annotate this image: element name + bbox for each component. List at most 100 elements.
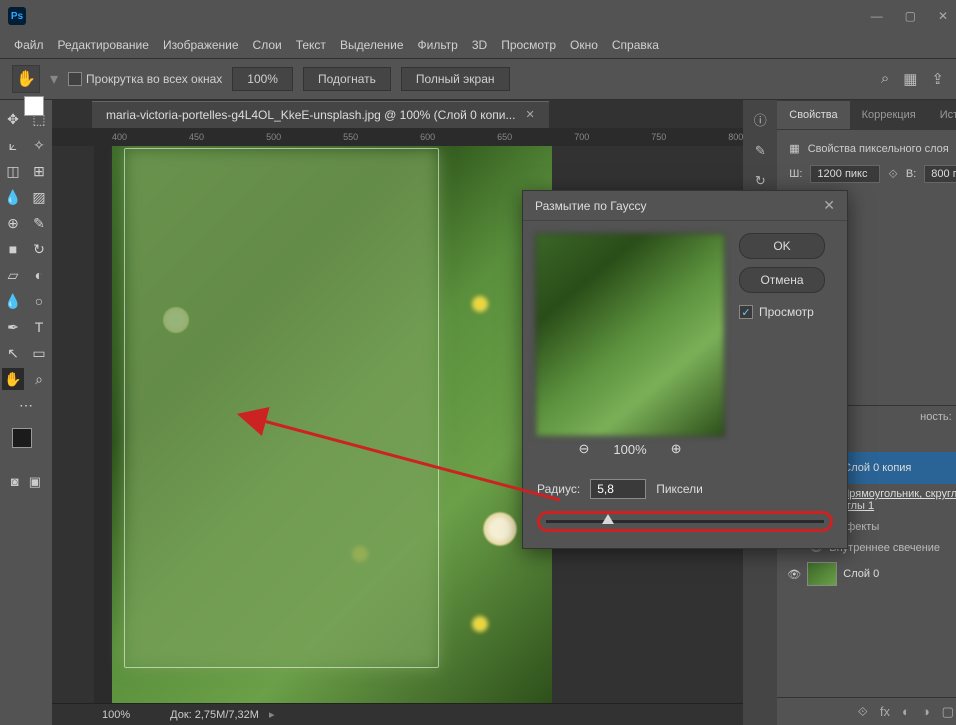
- ok-button[interactable]: OK: [739, 233, 825, 259]
- maximize-button[interactable]: ▢: [905, 9, 916, 23]
- menu-filter[interactable]: Фильтр: [418, 38, 458, 52]
- properties-tabs: Свойства Коррекция История ≡: [777, 100, 956, 130]
- width-input[interactable]: 1200 пикс: [810, 165, 880, 183]
- share-icon[interactable]: ⇪: [931, 70, 944, 88]
- group-icon[interactable]: ▢: [942, 704, 954, 720]
- canvas[interactable]: [112, 146, 552, 703]
- quickmask-icon[interactable]: ◙: [11, 474, 19, 490]
- layer-thumb[interactable]: [807, 562, 837, 586]
- width-label: Ш:: [789, 168, 802, 180]
- ruler-horizontal: 400450500550600650700750800: [52, 128, 743, 146]
- minimize-button[interactable]: —: [871, 9, 883, 23]
- dodge-tool[interactable]: ○: [28, 290, 50, 312]
- slice-tool[interactable]: ▨: [28, 186, 50, 208]
- slider-thumb[interactable]: [602, 514, 614, 524]
- layer-name[interactable]: Слой 0 копия: [843, 462, 911, 474]
- zoom-in-icon[interactable]: ⊕: [671, 441, 682, 457]
- menu-file[interactable]: Файл: [14, 38, 44, 52]
- document-tab[interactable]: maria-victoria-portelles-g4L4OL_KkeE-uns…: [92, 101, 549, 128]
- radius-input[interactable]: [590, 479, 646, 499]
- properties-subtitle: Свойства пиксельного слоя: [808, 143, 949, 155]
- panel-icon[interactable]: ↻: [755, 173, 766, 189]
- mask-icon[interactable]: ◐: [902, 704, 910, 719]
- menu-3d[interactable]: 3D: [472, 38, 487, 52]
- more-tool[interactable]: ⋯: [15, 394, 37, 416]
- wand-tool[interactable]: ✧: [28, 134, 50, 156]
- tab-properties[interactable]: Свойства: [777, 101, 849, 129]
- menu-window[interactable]: Окно: [570, 38, 598, 52]
- visibility-icon[interactable]: 👁: [787, 568, 801, 581]
- tab-adjustments[interactable]: Коррекция: [850, 101, 928, 129]
- background-swatch[interactable]: [24, 96, 44, 116]
- hand-tool[interactable]: ✋: [2, 368, 24, 390]
- pen-tool[interactable]: ✒: [2, 316, 24, 338]
- menu-help[interactable]: Справка: [612, 38, 659, 52]
- search-icon[interactable]: ⌕: [881, 70, 889, 88]
- link-icon[interactable]: ⟐: [888, 167, 897, 182]
- menu-edit[interactable]: Редактирование: [58, 38, 149, 52]
- eyedropper-tool[interactable]: 💧: [2, 186, 24, 208]
- layers-footer: ⟐ fx ◐ ◑ ▢ ▣ 🗑: [777, 697, 956, 725]
- panel-icon[interactable]: ✎: [755, 143, 766, 159]
- status-doc: Док: 2,75M/7,32M: [170, 709, 259, 721]
- frame-tool[interactable]: ⊞: [28, 160, 50, 182]
- radius-slider[interactable]: [546, 520, 824, 523]
- canvas-content: [472, 616, 488, 632]
- menu-image[interactable]: Изображение: [163, 38, 239, 52]
- gaussian-blur-dialog: Размытие по Гауссу ✕ ⊖ 100% ⊕ OK Отмена …: [522, 190, 848, 549]
- height-input[interactable]: 800 пикс.: [924, 165, 956, 183]
- shape-tool[interactable]: ▭: [28, 342, 50, 364]
- heal-tool[interactable]: ⊕: [2, 212, 24, 234]
- dialog-preview[interactable]: [535, 233, 725, 437]
- foreground-swatch[interactable]: [12, 428, 32, 448]
- adjustment-icon[interactable]: ◑: [922, 704, 930, 719]
- layer-name[interactable]: Прямоугольник, скругл. углы 1: [841, 488, 956, 512]
- layer-item[interactable]: 👁 Слой 0: [781, 558, 956, 590]
- scroll-all-checkbox[interactable]: Прокрутка во всех окнах: [68, 72, 222, 86]
- zoom-tool[interactable]: ⌕: [28, 368, 50, 390]
- blur-outline: [124, 148, 439, 668]
- stamp-tool[interactable]: ■: [2, 238, 24, 260]
- grid-icon[interactable]: ▦: [903, 70, 917, 88]
- dropdown-icon[interactable]: ▾: [50, 69, 58, 89]
- blur-tool[interactable]: 💧: [2, 290, 24, 312]
- preview-checkbox[interactable]: ✓Просмотр: [739, 305, 825, 319]
- fullscreen-button[interactable]: Полный экран: [401, 67, 510, 91]
- menu-type[interactable]: Текст: [296, 38, 326, 52]
- close-button[interactable]: ✕: [938, 9, 948, 23]
- options-bar: ✋ ▾ Прокрутка во всех окнах 100% Подогна…: [0, 58, 956, 100]
- cancel-button[interactable]: Отмена: [739, 267, 825, 293]
- app-logo: Ps: [8, 7, 26, 25]
- dialog-titlebar[interactable]: Размытие по Гауссу ✕: [523, 191, 847, 221]
- panel-icon[interactable]: ⓘ: [754, 110, 767, 129]
- radius-label: Радиус:: [537, 482, 580, 496]
- tools-panel: ✥⬚ ⟀✧ ◫⊞ 💧▨ ⊕✎ ■↻ ▱◐ 💧○ ✒T ↖▭ ✋⌕ ⋯ ◙▣: [0, 100, 52, 725]
- lasso-tool[interactable]: ⟀: [2, 134, 24, 156]
- dialog-close-icon[interactable]: ✕: [823, 197, 835, 214]
- menu-layer[interactable]: Слои: [253, 38, 282, 52]
- screenmode-icon[interactable]: ▣: [29, 474, 41, 490]
- tab-history[interactable]: История: [928, 101, 956, 129]
- menu-select[interactable]: Выделение: [340, 38, 404, 52]
- window-controls: — ▢ ✕: [871, 9, 948, 23]
- eraser-tool[interactable]: ▱: [2, 264, 24, 286]
- type-tool[interactable]: T: [28, 316, 50, 338]
- link-layers-icon[interactable]: ⟐: [858, 704, 868, 720]
- hand-tool-icon[interactable]: ✋: [12, 65, 40, 93]
- crop-tool[interactable]: ◫: [2, 160, 24, 182]
- close-tab-icon[interactable]: ✕: [525, 108, 534, 121]
- fit-button[interactable]: Подогнать: [303, 67, 391, 91]
- status-zoom[interactable]: 100%: [102, 709, 130, 721]
- zoom-out-icon[interactable]: ⊖: [578, 441, 589, 457]
- height-label: В:: [906, 168, 916, 180]
- path-tool[interactable]: ↖: [2, 342, 24, 364]
- gradient-tool[interactable]: ◐: [28, 264, 50, 286]
- history-brush-tool[interactable]: ↻: [28, 238, 50, 260]
- layer-name[interactable]: Слой 0: [843, 568, 879, 580]
- brush-tool[interactable]: ✎: [28, 212, 50, 234]
- move-tool[interactable]: ✥: [2, 108, 24, 130]
- zoom-value[interactable]: 100%: [232, 67, 293, 91]
- fx-icon[interactable]: fx: [880, 704, 890, 719]
- status-arrow-icon[interactable]: ▸: [269, 708, 275, 721]
- menu-view[interactable]: Просмотр: [501, 38, 556, 52]
